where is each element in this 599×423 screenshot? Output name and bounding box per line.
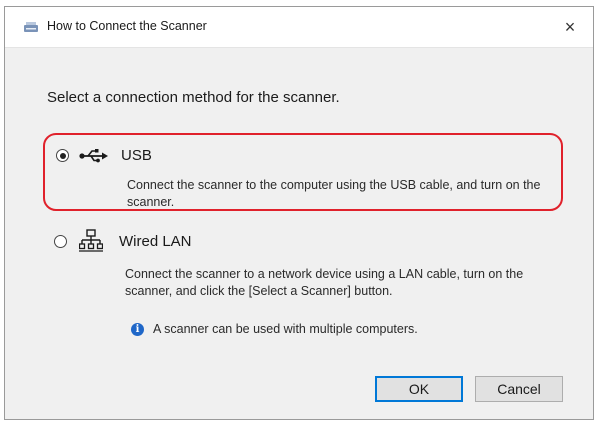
wired-lan-icon: [79, 229, 103, 252]
wired-lan-option: Wired LAN Connect the scanner to a netwo…: [43, 229, 563, 309]
usb-option-description: Connect the scanner to the computer usin…: [127, 178, 541, 209]
scanner-app-icon: [24, 22, 38, 32]
wired-lan-radio-button[interactable]: [54, 235, 67, 248]
usb-option-highlight: USB Connect the scanner to the computer …: [43, 133, 563, 211]
usb-radio-button[interactable]: [56, 149, 69, 162]
wired-lan-option-description: Connect the scanner to a network device …: [125, 267, 524, 298]
ok-button[interactable]: OK: [375, 376, 463, 402]
radio-selected-dot: [59, 152, 66, 159]
usb-option-label[interactable]: USB: [121, 147, 152, 164]
info-note: A scanner can be used with multiple comp…: [153, 322, 418, 336]
cancel-button[interactable]: Cancel: [475, 376, 563, 402]
connect-scanner-dialog: How to Connect the Scanner × Select a co…: [4, 6, 594, 420]
wired-lan-option-label[interactable]: Wired LAN: [119, 233, 192, 250]
window-title: How to Connect the Scanner: [47, 19, 207, 33]
close-button[interactable]: ×: [547, 7, 593, 47]
usb-icon: [79, 149, 108, 163]
close-icon: ×: [564, 16, 576, 37]
info-icon: i: [131, 323, 144, 336]
connection-prompt: Select a connection method for the scann…: [47, 89, 340, 106]
title-bar: How to Connect the Scanner ×: [5, 7, 593, 48]
